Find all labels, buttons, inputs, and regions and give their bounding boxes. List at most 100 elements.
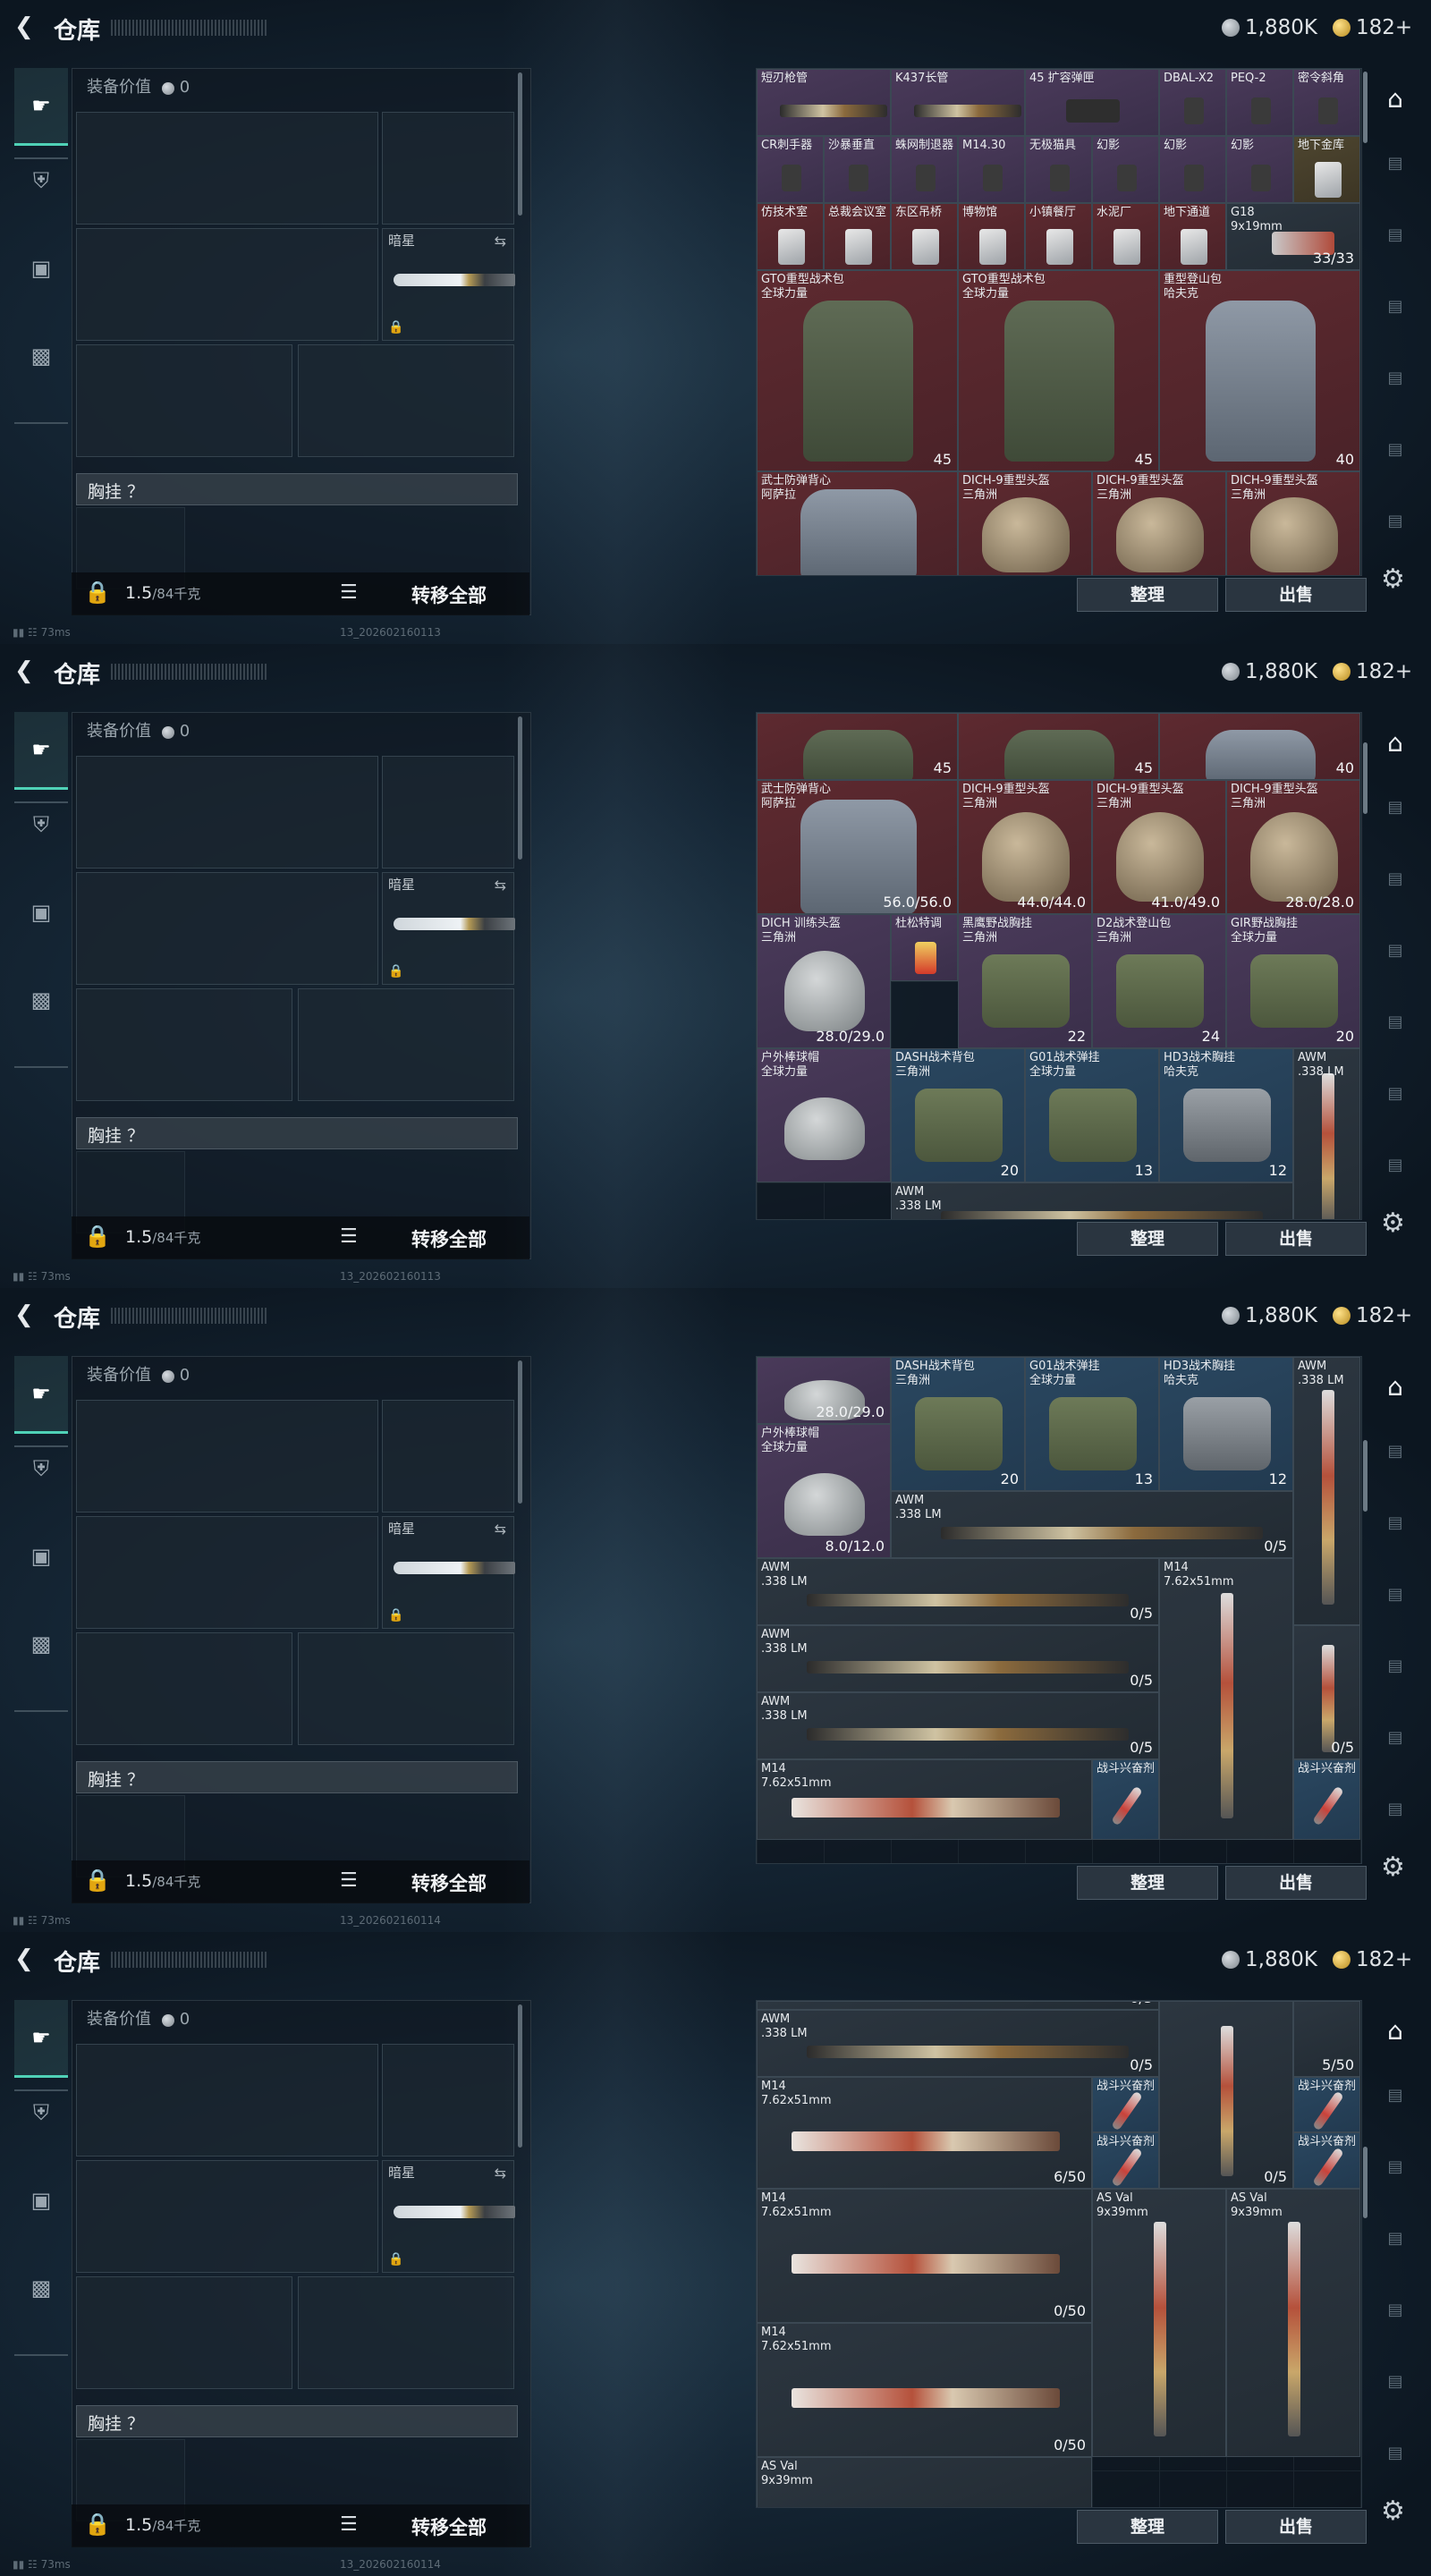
weapon-tab-icon[interactable]: ☛ <box>14 712 68 790</box>
stash-item[interactable]: M14 7.62x51mm 6/50 <box>757 2077 1092 2189</box>
storage-tab-icon[interactable]: ▤ <box>1374 869 1417 905</box>
stash-item[interactable]: G01战术弹挂 全球力量 13 <box>1025 1048 1159 1182</box>
stash-item[interactable]: 沙暴垂直 <box>824 136 891 203</box>
sort-button[interactable]: 整理 <box>1077 1222 1218 1256</box>
stash-item[interactable]: 博物馆 <box>958 203 1025 270</box>
briefcase-tab-icon[interactable]: ▩ <box>14 962 68 1038</box>
stash-item[interactable]: 总裁会议室 <box>824 203 891 270</box>
loadout-scrollbar[interactable] <box>518 2004 522 2148</box>
storage-tab-icon[interactable]: ▤ <box>1374 2086 1417 2122</box>
stash-item[interactable]: 0/5 <box>757 2001 1159 2010</box>
settings-gear-icon[interactable]: ⚙ <box>1381 1852 1405 1883</box>
storage-tab-icon[interactable]: ▤ <box>1374 798 1417 834</box>
storage-tab-icon[interactable]: ▤ <box>1374 2444 1417 2479</box>
stash-item[interactable]: DICH-9重型头盔 三角洲 <box>1226 471 1360 575</box>
lock-icon[interactable]: 🔒 <box>84 1224 111 1249</box>
sort-button[interactable]: 整理 <box>1077 1866 1218 1900</box>
storage-tab-icon[interactable]: ▤ <box>1374 1442 1417 1478</box>
stash-item[interactable]: 28.0/29.0 <box>757 1357 891 1424</box>
stash-item[interactable]: 短刃枪管 <box>757 69 891 136</box>
stash-item[interactable]: 密令斜角 <box>1293 69 1360 136</box>
stash-item[interactable]: AWM .338 LM 0/5 <box>757 2010 1159 2077</box>
stash-item[interactable]: 户外棒球帽 全球力量 <box>757 1048 891 1182</box>
loadout-scrollbar[interactable] <box>518 72 522 216</box>
stash-item[interactable]: DICH-9重型头盔 三角洲 44.0/44.0 <box>958 780 1092 914</box>
stash-item[interactable]: AWM .338 LM 0/5 <box>757 1625 1159 1692</box>
weapon-tab-icon[interactable]: ☛ <box>14 2000 68 2078</box>
stash-item[interactable]: 45 扩容弹匣 <box>1025 69 1159 136</box>
backpack-tab-icon[interactable]: ▣ <box>14 1519 68 1594</box>
stash-item[interactable]: 战斗兴奋剂 <box>1293 1759 1360 1840</box>
helmet-tab-icon[interactable]: ⛨ <box>14 787 68 862</box>
briefcase-tab-icon[interactable]: ▩ <box>14 318 68 394</box>
sell-button[interactable]: 出售 <box>1225 578 1367 612</box>
stash-item[interactable]: AWM .338 LM <box>1293 1048 1360 1219</box>
stash-item[interactable]: 幻影 <box>1226 136 1293 203</box>
stash-item[interactable]: 水泥厂 <box>1092 203 1159 270</box>
stash-item[interactable]: 0/5 <box>1159 2001 1293 2189</box>
list-icon[interactable]: ☰ <box>340 2513 358 2536</box>
stash-item[interactable]: 小镇餐厅 <box>1025 203 1092 270</box>
stash-item[interactable]: DASH战术背包 三角洲 20 <box>891 1048 1025 1182</box>
armor-slot[interactable] <box>298 1632 514 1745</box>
list-icon[interactable]: ☰ <box>340 581 358 604</box>
helmet-slot[interactable] <box>76 1632 292 1745</box>
swap-icon[interactable]: ⇆ <box>495 1521 506 1538</box>
pistol-slot[interactable] <box>382 756 514 869</box>
stash-item[interactable]: G18 9x19mm 33/33 <box>1226 203 1360 270</box>
melee-slot[interactable]: 暗星 ⇆ 🔒 <box>382 1516 515 1629</box>
storage-tab-icon[interactable]: ▤ <box>1374 440 1417 476</box>
stash-item[interactable]: AS Val 9x39mm <box>1226 2189 1360 2457</box>
stash-item[interactable]: 幻影 <box>1092 136 1159 203</box>
stash-item[interactable]: HD3战术胸挂 哈夫克 12 <box>1159 1357 1293 1491</box>
stash-item[interactable]: 蛛网制退器 <box>891 136 958 203</box>
secondary-weapon-slot[interactable] <box>76 2160 378 2273</box>
transfer-all-button[interactable]: 转移全部 <box>411 1869 487 1896</box>
storage-tab-icon[interactable]: ▤ <box>1374 154 1417 190</box>
stash-item[interactable]: GTO重型战术包 全球力量 45 <box>958 270 1159 471</box>
armor-slot[interactable] <box>298 2276 514 2389</box>
stash-item[interactable]: AWM .338 LM 0/5 <box>757 1558 1159 1625</box>
transfer-all-button[interactable]: 转移全部 <box>411 581 487 608</box>
armor-slot[interactable] <box>298 344 514 457</box>
stash-item[interactable]: DICH-9重型头盔 三角洲 <box>1092 471 1226 575</box>
storage-tab-icon[interactable]: ▤ <box>1374 2229 1417 2265</box>
primary-weapon-slot[interactable] <box>76 112 378 225</box>
stash-item[interactable]: 45 <box>757 713 958 780</box>
stash-item[interactable]: GTO重型战术包 全球力量 45 <box>757 270 958 471</box>
stash-scrollbar[interactable] <box>1363 742 1367 814</box>
storage-tab-icon[interactable]: ▤ <box>1374 1585 1417 1621</box>
primary-weapon-slot[interactable] <box>76 1400 378 1513</box>
gold-currency[interactable]: 182+ <box>1333 1948 1412 1971</box>
storage-tab-icon[interactable]: ▤ <box>1374 1156 1417 1191</box>
storage-home-icon[interactable]: ⌂ <box>1374 1372 1417 1408</box>
stash-item[interactable]: 0/5 <box>1293 1625 1360 1759</box>
stash-item[interactable]: M14 7.62x51mm <box>757 1759 1092 1840</box>
stash-item[interactable]: DASH战术背包 三角洲 20 <box>891 1357 1025 1491</box>
swap-icon[interactable]: ⇆ <box>495 2165 506 2182</box>
stash-item[interactable]: 武士防弹背心 阿萨拉 <box>757 471 958 575</box>
sort-button[interactable]: 整理 <box>1077 2510 1218 2544</box>
settings-gear-icon[interactable]: ⚙ <box>1381 1208 1405 1239</box>
settings-gear-icon[interactable]: ⚙ <box>1381 564 1405 595</box>
stash-item[interactable]: DICH 训练头盔 三角洲 28.0/29.0 <box>757 914 891 1048</box>
storage-tab-icon[interactable]: ▤ <box>1374 369 1417 404</box>
chest-rig-slot[interactable]: 胸挂 ？ <box>76 1117 518 1149</box>
stash-item[interactable]: CR刺手器 <box>757 136 824 203</box>
stash-item[interactable]: 仿技术室 <box>757 203 824 270</box>
stash-grid[interactable]: 0/5 AWM .338 LM 0/5 0/5 M14 7.62x51mm 6/50 战斗兴… <box>756 2000 1362 2508</box>
pistol-slot[interactable] <box>382 112 514 225</box>
loadout-scrollbar[interactable] <box>518 1360 522 1504</box>
stash-item[interactable]: 户外棒球帽 全球力量 8.0/12.0 <box>757 1424 891 1558</box>
storage-tab-icon[interactable]: ▤ <box>1374 2301 1417 2336</box>
backpack-tab-icon[interactable]: ▣ <box>14 231 68 306</box>
storage-tab-icon[interactable]: ▤ <box>1374 225 1417 261</box>
stash-item[interactable]: AWM .338 LM 0/5 <box>891 1491 1293 1558</box>
pistol-slot[interactable] <box>382 2044 514 2157</box>
stash-item[interactable]: DICH-9重型头盔 三角洲 <box>958 471 1092 575</box>
melee-slot[interactable]: 暗星 ⇆ 🔒 <box>382 872 515 985</box>
transfer-all-button[interactable]: 转移全部 <box>411 2513 487 2540</box>
briefcase-tab-icon[interactable]: ▩ <box>14 2250 68 2326</box>
storage-tab-icon[interactable]: ▤ <box>1374 2372 1417 2408</box>
stash-item[interactable]: 重型登山包 哈夫克 40 <box>1159 270 1360 471</box>
